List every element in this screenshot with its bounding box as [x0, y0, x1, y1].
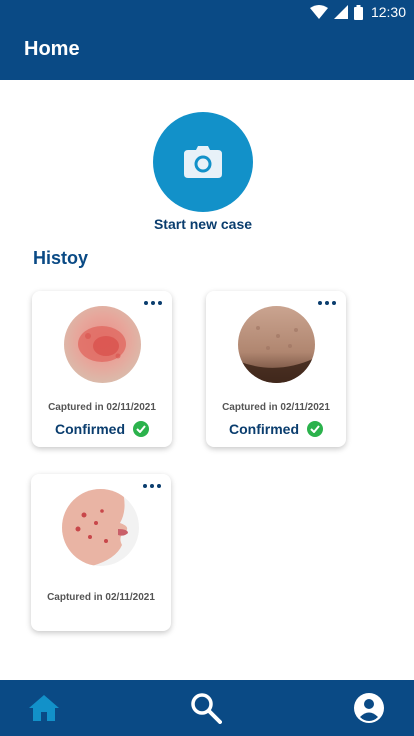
case-thumbnail-textured-skin — [238, 306, 315, 383]
page-title: Home — [24, 38, 80, 60]
nav-account-button[interactable] — [353, 692, 385, 724]
case-thumbnail-acne-cheek — [62, 489, 139, 566]
more-options-button[interactable] — [143, 482, 161, 490]
nav-search-button[interactable] — [190, 692, 222, 724]
captured-date: Captured in 02/11/2021 — [222, 402, 330, 413]
check-circle-icon — [307, 421, 323, 437]
captured-date: Captured in 02/11/2021 — [47, 592, 155, 603]
status-time: 12:30 — [370, 4, 406, 20]
case-status: Confirmed — [206, 421, 346, 437]
captured-date: Captured in 02/11/2021 — [48, 402, 156, 413]
more-options-button[interactable] — [144, 299, 162, 307]
camera-icon — [184, 146, 222, 178]
status-icons: 12:30 — [309, 3, 406, 21]
app-bar: Home — [0, 24, 414, 80]
case-card[interactable]: Captured in 02/11/2021 Confirmed — [32, 291, 172, 447]
wifi-icon — [309, 5, 328, 19]
case-card[interactable]: Captured in 02/11/2021 — [31, 474, 171, 631]
check-circle-icon — [133, 421, 149, 437]
start-new-case-button[interactable] — [153, 112, 253, 212]
case-thumbnail-red-rash — [64, 306, 141, 383]
more-options-button[interactable] — [318, 299, 336, 307]
status-bar: 12:30 — [0, 0, 414, 24]
start-new-case-label[interactable]: Start new case — [103, 216, 303, 232]
status-text: Confirmed — [55, 421, 125, 437]
signal-icon — [333, 5, 348, 19]
account-icon — [354, 693, 384, 723]
case-card[interactable]: Captured in 02/11/2021 Confirmed — [206, 291, 346, 447]
nav-home-button[interactable] — [28, 692, 60, 724]
search-icon — [191, 693, 222, 724]
history-title: Histoy — [33, 248, 89, 268]
home-icon — [29, 695, 59, 721]
case-status: Confirmed — [32, 421, 172, 437]
status-text: Confirmed — [229, 421, 299, 437]
battery-icon — [353, 4, 363, 20]
bottom-navigation — [0, 680, 414, 736]
